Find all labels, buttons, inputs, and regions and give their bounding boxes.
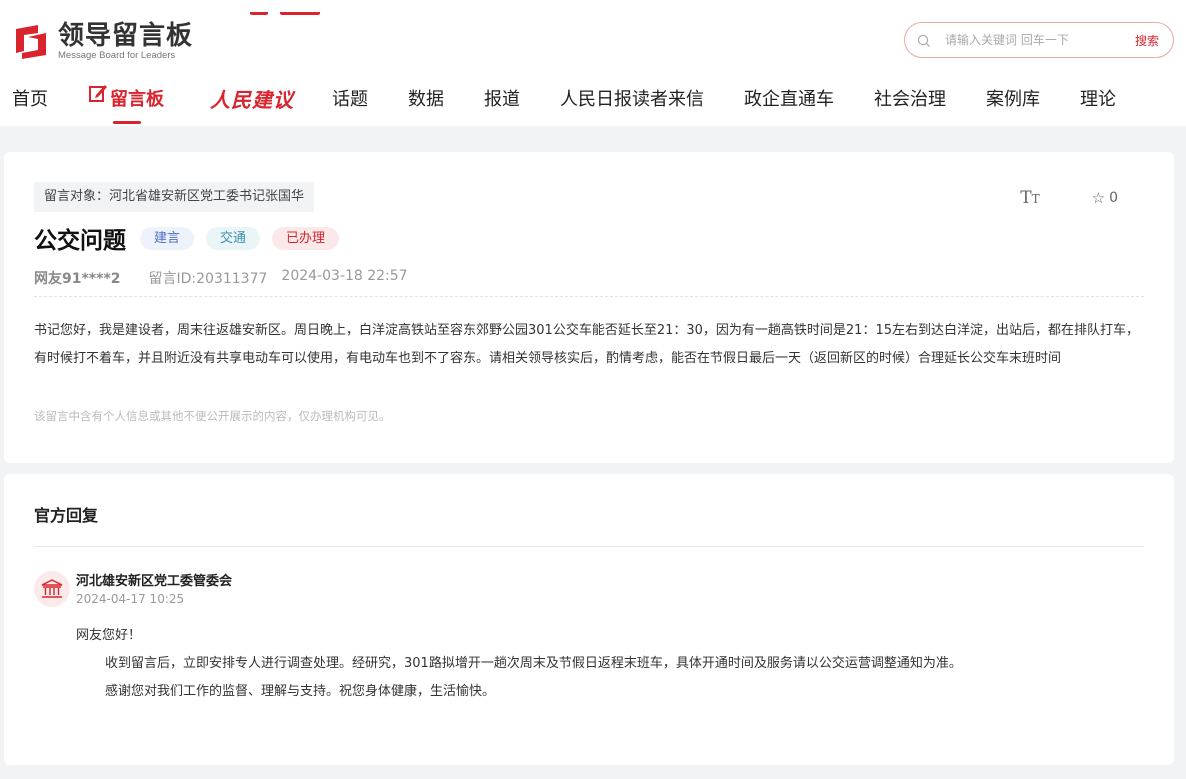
tag-field: 交通 xyxy=(206,226,261,250)
logo-mark-icon xyxy=(12,23,50,59)
reply-datetime: 2024-04-17 10:25 xyxy=(76,592,185,606)
reply-org-name: 河北雄安新区党工委管委会 xyxy=(76,574,233,589)
nav-item-readers-letters[interactable]: 人民日报读者来信 xyxy=(560,80,704,120)
nav-item-theory[interactable]: 理论 xyxy=(1080,80,1116,120)
logo-title: 领导留言板 xyxy=(58,20,194,51)
star-icon: ☆ xyxy=(1091,189,1106,207)
reply-paragraph: 感谢您对我们工作的监督、理解与支持。祝您身体健康，生活愉快。 xyxy=(105,684,496,699)
favorite-button[interactable]: ☆ 0 xyxy=(1092,189,1118,207)
status-badge: 已办理 xyxy=(272,226,340,250)
search-button[interactable]: 搜索 xyxy=(1135,32,1159,49)
government-building-icon xyxy=(34,571,70,607)
message-title: 公交问题 xyxy=(34,228,126,254)
search-icon xyxy=(917,33,931,48)
nav-item-message-board-label: 留言板 xyxy=(110,89,164,110)
nav-item-gov-business[interactable]: 政企直通车 xyxy=(744,80,834,120)
official-reply-card: 官方回复 河北雄安新区党工委管委会 2024-04-17 10:25 网友您好！… xyxy=(4,474,1174,765)
search-box: 搜索 xyxy=(904,22,1174,58)
pen-edit-icon xyxy=(88,78,108,118)
nav-item-message-board[interactable]: 留言板 xyxy=(88,78,164,124)
message-author: 网友91****2 xyxy=(34,271,121,287)
message-card: 留言对象：河北省雄安新区党工委书记张国华 TT ☆ 0 公交问题 建言 交通 已… xyxy=(4,152,1174,463)
nav-item-case-library[interactable]: 案例库 xyxy=(986,80,1040,120)
message-meta: 网友91****2 留言ID:20311377 2024-03-18 22:57 xyxy=(34,268,408,288)
message-datetime: 2024-03-18 22:57 xyxy=(281,268,408,284)
active-tab-underline xyxy=(113,121,141,124)
privacy-notice: 该留言中含有个人信息或其他不便公开展示的内容，仅办理机构可见。 xyxy=(34,409,391,423)
top-accent-bar xyxy=(250,0,332,15)
favorite-count: 0 xyxy=(1109,190,1118,206)
reply-section-title: 官方回复 xyxy=(34,506,99,525)
message-tools: TT ☆ 0 xyxy=(1020,188,1118,208)
message-title-row: 公交问题 建言 交通 已办理 xyxy=(34,222,351,254)
font-size-icon[interactable]: TT xyxy=(1020,188,1039,208)
site-header: 领导留言板 Message Board for Leaders 搜索 首页 留言… xyxy=(0,0,1186,126)
site-logo[interactable]: 领导留言板 Message Board for Leaders xyxy=(12,20,193,62)
divider xyxy=(34,296,1144,297)
nav-item-people-suggestions[interactable]: 人民建议 xyxy=(210,80,294,120)
logo-subtitle: Message Board for Leaders xyxy=(58,49,176,61)
nav-item-data[interactable]: 数据 xyxy=(408,80,444,120)
tag-category: 建言 xyxy=(140,226,195,250)
reply-body: 网友您好！ 收到留言后，立即安排专人进行调查处理。经研究，301路拟增开一趟次周… xyxy=(76,622,962,706)
nav-item-social-governance[interactable]: 社会治理 xyxy=(874,80,946,120)
search-input[interactable] xyxy=(945,33,1135,47)
nav-item-topics[interactable]: 话题 xyxy=(332,80,368,120)
nav-item-home[interactable]: 首页 xyxy=(12,80,48,120)
main-nav: 首页 留言板 人民建议 话题 数据 报道 人民日报读者来信 政企直通车 社会治理… xyxy=(0,80,1186,126)
reply-paragraph: 收到留言后，立即安排专人进行调查处理。经研究，301路拟增开一趟次周末及节假日返… xyxy=(105,656,962,671)
divider xyxy=(34,546,1144,547)
message-id: 留言ID:20311377 xyxy=(148,271,268,287)
nav-item-reports[interactable]: 报道 xyxy=(484,80,520,120)
reply-greeting: 网友您好！ xyxy=(76,628,142,643)
message-content: 书记您好，我是建设者，周末往返雄安新区。周日晚上，白洋淀高铁站至容东郊野公园30… xyxy=(34,323,1139,366)
message-target[interactable]: 留言对象：河北省雄安新区党工委书记张国华 xyxy=(34,182,315,212)
